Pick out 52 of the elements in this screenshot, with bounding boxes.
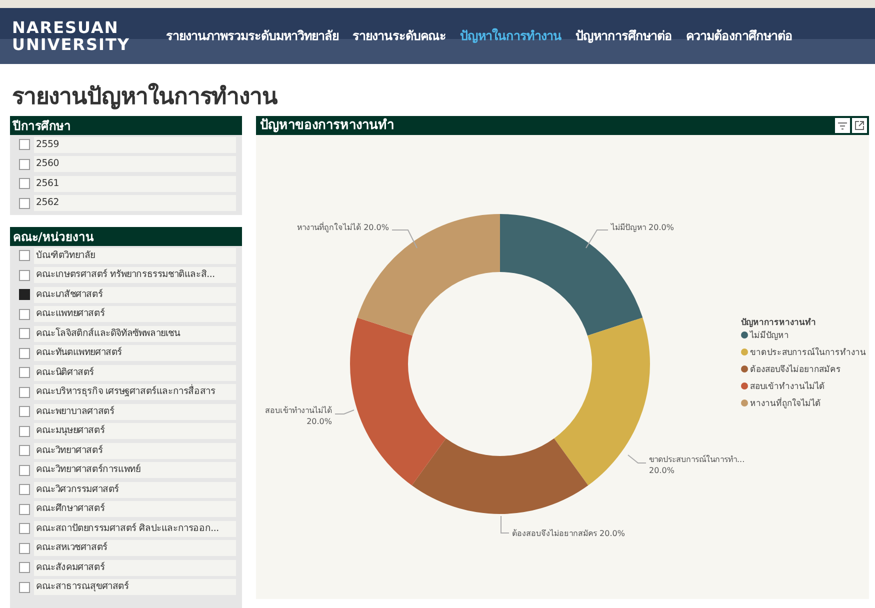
checkbox[interactable] — [19, 308, 30, 320]
checkbox[interactable] — [19, 348, 30, 359]
nav-link[interactable]: ปัญหาการศึกษาต่อ — [575, 26, 672, 46]
expand-icon — [855, 121, 864, 130]
checkbox[interactable] — [19, 367, 30, 378]
checkbox[interactable] — [19, 542, 30, 554]
checkbox[interactable] — [19, 139, 30, 150]
checkbox[interactable] — [19, 562, 30, 574]
legend-label: ไม่มีปัญหา — [750, 331, 789, 341]
legend-label: ขาดประสบการณ์ในการทำงาน — [750, 348, 866, 358]
nav-link[interactable]: รายงานภาพรวมระดับมหาวิทยาลัย — [166, 26, 338, 46]
checkbox[interactable] — [19, 158, 30, 170]
data-label: สอบเข้าทำงานไม่ได้ 20.0% — [265, 406, 332, 426]
data-label: ไม่มีปัญหา 20.0% — [611, 223, 674, 232]
data-label: ขาดประสบการณ์ในการทำ... 20.0% — [649, 455, 745, 475]
checkbox[interactable] — [19, 386, 30, 398]
checkbox[interactable] — [19, 464, 30, 476]
checkbox[interactable] — [19, 250, 30, 262]
slicer-title: คณะ/หน่วยงาน — [10, 227, 242, 246]
nav-link[interactable]: ความต้องกาศึกษาต่อ — [686, 26, 792, 46]
leader-line — [500, 516, 510, 534]
chart-title: ปัญหาของการหางานทำ — [260, 116, 395, 135]
legend-title: ปัญหาการหางานทำ — [741, 318, 816, 328]
checkbox[interactable] — [19, 484, 30, 496]
leader-line — [392, 230, 418, 248]
checkbox[interactable] — [19, 426, 30, 437]
leader-line — [334, 410, 354, 414]
nav-link[interactable]: ปัญหาในการทำงาน — [460, 26, 562, 46]
legend-label: สอบเข้าทำงานไม่ได้ — [750, 382, 825, 392]
nav-link[interactable]: รายงานระดับคณะ — [352, 26, 446, 46]
leader-line — [628, 454, 646, 464]
slicer-title: ปีการศึกษา — [10, 116, 242, 135]
focus-mode-button[interactable] — [852, 118, 867, 133]
checkbox[interactable] — [19, 198, 30, 209]
data-label: หางานที่ถูกใจไม่ได้ 20.0% — [297, 223, 389, 232]
checkbox[interactable] — [19, 328, 30, 340]
university-logo: NARESUAN UNIVERSITY — [12, 19, 130, 53]
checkbox[interactable] — [19, 406, 30, 418]
checkbox[interactable] — [19, 523, 30, 534]
checkbox[interactable] — [19, 445, 30, 456]
filter-icon — [838, 122, 847, 130]
checkbox[interactable] — [19, 289, 30, 300]
data-label: ต้องสอบจึงไม่อยากสมัคร 20.0% — [512, 529, 625, 538]
checkbox[interactable] — [19, 178, 30, 190]
filter-button[interactable] — [835, 118, 850, 133]
legend-label: ต้องสอบจึงไม่อยากสมัคร — [750, 365, 841, 375]
legend-label: หางานที่ถูกใจไม่ได้ — [750, 399, 821, 409]
checkbox[interactable] — [19, 504, 30, 515]
leader-line — [586, 230, 608, 248]
checkbox[interactable] — [19, 582, 30, 593]
checkbox[interactable] — [19, 270, 30, 281]
page-title: รายงานปัญหาในการทำงาน — [12, 82, 278, 112]
